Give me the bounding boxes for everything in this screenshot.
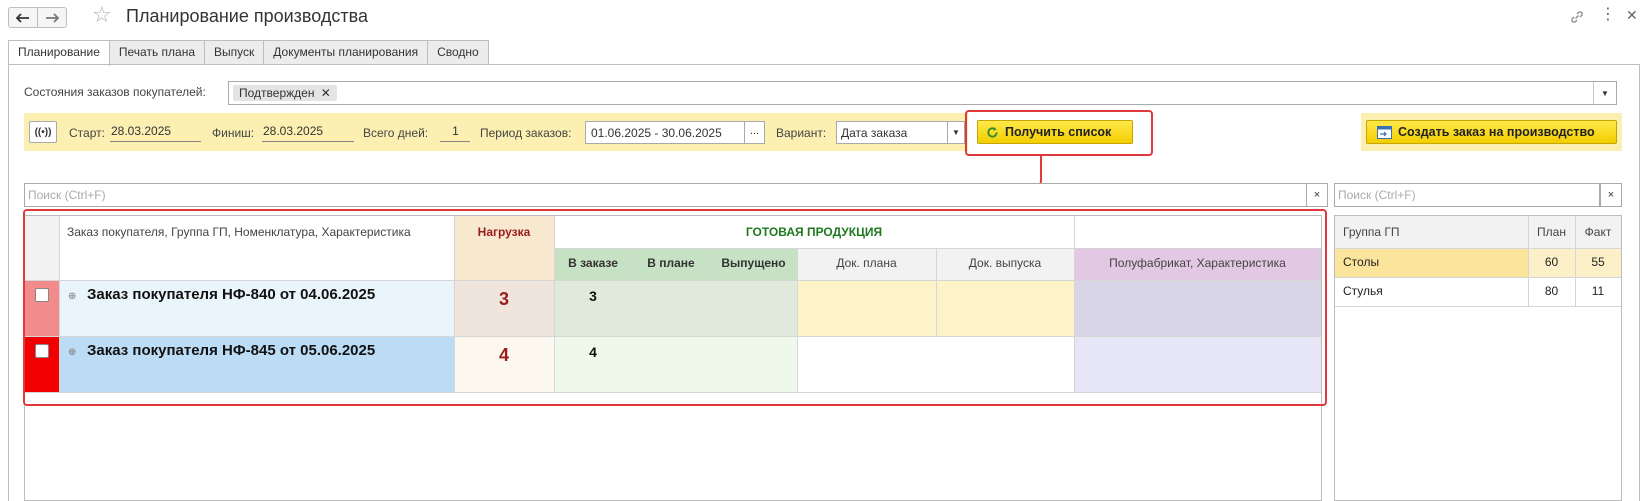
state-chip[interactable]: Подтвержден ✕: [233, 85, 337, 101]
create-production-order-button[interactable]: Создать заказ на производство: [1366, 120, 1617, 144]
total-days-field[interactable]: 1: [440, 124, 470, 142]
order-period-label: Период заказов:: [480, 126, 572, 140]
create-production-order-label: Создать заказ на производство: [1398, 125, 1595, 139]
col-header-group[interactable]: Группа ГП: [1335, 216, 1528, 248]
order-states-field[interactable]: Подтвержден ✕ ▼: [228, 81, 1617, 105]
order-period-field[interactable]: 01.06.2025 - 30.06.2025: [585, 121, 745, 144]
broadcast-toggle-button[interactable]: ((•)): [29, 121, 57, 143]
fact-cell: 55: [1575, 248, 1621, 277]
grid-search-input[interactable]: Поиск (Ctrl+F): [24, 183, 1307, 207]
close-icon[interactable]: ✕: [1626, 7, 1638, 24]
arrow-right-icon: [46, 12, 59, 23]
total-days-label: Всего дней:: [363, 126, 429, 140]
broadcast-icon: ((•)): [34, 126, 52, 138]
start-date-field[interactable]: 28.03.2025: [110, 124, 201, 142]
group-cell[interactable]: Столы: [1335, 248, 1528, 277]
back-button[interactable]: [8, 7, 38, 28]
tab-print-plan[interactable]: Печать плана: [108, 40, 206, 65]
tab-summary[interactable]: Сводно: [427, 40, 489, 65]
grid-highlight: [23, 209, 1327, 406]
finish-date-field[interactable]: 28.03.2025: [262, 124, 354, 142]
get-list-highlight: [965, 110, 1153, 156]
col-header-fact[interactable]: Факт: [1575, 216, 1621, 248]
page-title: Планирование производства: [126, 6, 369, 26]
forward-button[interactable]: [37, 7, 67, 28]
create-document-icon: [1377, 125, 1392, 139]
tab-bar: Планирование Печать плана Выпуск Докумен…: [8, 40, 489, 66]
plan-cell: 60: [1528, 248, 1575, 277]
tab-planning[interactable]: Планирование: [8, 40, 110, 66]
finish-label: Финиш:: [212, 126, 255, 140]
more-vertical-icon[interactable]: ⋮: [1600, 7, 1616, 23]
tab-release[interactable]: Выпуск: [204, 40, 265, 65]
arrow-left-icon: [16, 12, 29, 23]
order-states-label: Состояния заказов покупателей:: [24, 85, 206, 99]
side-search-input[interactable]: Поиск (Ctrl+F): [1334, 183, 1600, 207]
clear-side-search-icon[interactable]: ×: [1600, 183, 1622, 207]
link-icon[interactable]: [1569, 9, 1585, 25]
start-label: Старт:: [69, 126, 105, 140]
tab-planning-documents[interactable]: Документы планирования: [263, 40, 429, 65]
chevron-down-icon[interactable]: ▼: [1593, 82, 1616, 104]
favorite-star-icon[interactable]: ☆: [92, 2, 112, 28]
variant-label: Вариант:: [776, 126, 827, 140]
product-groups-table: Группа ГП План Факт Столы 60 55 Стулья 8…: [1334, 215, 1622, 501]
chevron-down-icon[interactable]: ▼: [948, 121, 965, 144]
plan-cell: 80: [1528, 277, 1575, 306]
variant-select[interactable]: Дата заказа: [836, 121, 948, 144]
panel-border-left: [8, 64, 9, 501]
tab-divider: [8, 64, 1640, 65]
clear-search-icon[interactable]: ×: [1306, 183, 1328, 207]
panel-border-right: [1639, 64, 1640, 501]
chip-remove-icon[interactable]: ✕: [321, 86, 331, 100]
col-header-plan[interactable]: План: [1528, 216, 1575, 248]
group-cell[interactable]: Стулья: [1335, 277, 1528, 306]
state-chip-label: Подтвержден: [239, 86, 315, 100]
period-select-button[interactable]: ...: [745, 121, 765, 144]
fact-cell: 11: [1575, 277, 1621, 306]
